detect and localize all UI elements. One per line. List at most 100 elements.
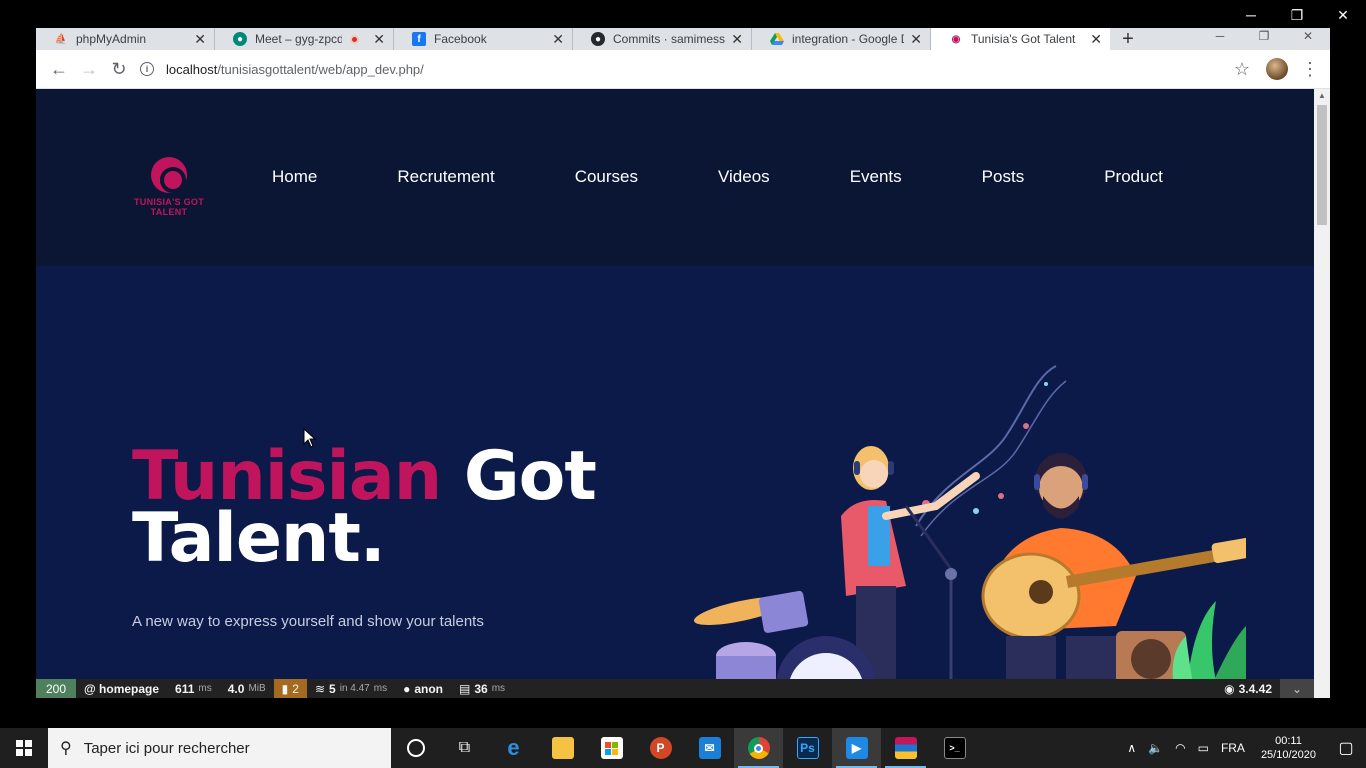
database-panel[interactable]: ≋ 5 in 4.47 ms	[307, 679, 395, 698]
page-scrollbar[interactable]: ▲	[1314, 89, 1330, 698]
cortana-icon	[406, 739, 425, 757]
notifications-icon[interactable]: ▢	[1326, 728, 1366, 768]
tab-facebook[interactable]: f Facebook ✕	[394, 28, 573, 50]
volume-icon[interactable]: 🔈	[1142, 741, 1169, 755]
media-app-button[interactable]: ▶	[832, 728, 881, 768]
github-icon: ●	[591, 32, 605, 46]
tab-github[interactable]: ● Commits · samimessao ✕	[573, 28, 752, 50]
edge-button[interactable]: e	[489, 728, 538, 768]
file-explorer-button[interactable]	[538, 728, 587, 768]
logo-wordmark: TUNISIA'S GOT TALENT	[133, 197, 205, 217]
nav-courses[interactable]: Courses	[575, 167, 638, 187]
tab-title: phpMyAdmin	[76, 32, 147, 46]
powerpoint-button[interactable]: P	[636, 728, 685, 768]
chrome-button[interactable]	[734, 728, 783, 768]
menu-icon[interactable]: ⋮	[1298, 59, 1322, 80]
tab-close-icon[interactable]: ✕	[552, 31, 564, 48]
toolbar-hide-chevron-icon[interactable]: ⌄	[1280, 679, 1314, 698]
tray-expand-chevron-icon[interactable]: ∧	[1121, 741, 1142, 755]
memory-usage[interactable]: 4.0 MiB	[220, 679, 274, 698]
tab-close-icon[interactable]: ✕	[373, 31, 385, 48]
winrar-button[interactable]	[881, 728, 930, 768]
minimize-icon[interactable]: ─	[1198, 28, 1242, 50]
warning-icon: ▮	[281, 681, 289, 696]
nav-recrutement[interactable]: Recrutement	[397, 167, 494, 187]
window-controls: ─ ❐ ✕	[1228, 0, 1366, 30]
close-window-button[interactable]: ✕	[1320, 0, 1366, 30]
tab-phpmyadmin[interactable]: ⛵ phpMyAdmin ✕	[36, 28, 215, 50]
db-time: in 4.47	[339, 683, 370, 694]
language-indicator[interactable]: FRA	[1215, 741, 1251, 755]
chrome-icon	[747, 737, 770, 759]
nav-home[interactable]: Home	[272, 167, 317, 187]
hero-title-word-got: Got	[463, 437, 597, 516]
system-tray: ∧ 🔈 ◠ ▭ FRA 00:11 25/10/2020 ▢	[1121, 728, 1366, 768]
wifi-icon[interactable]: ◠	[1169, 741, 1191, 755]
nav-product[interactable]: Product	[1104, 167, 1163, 187]
db-unit: ms	[373, 683, 388, 694]
tab-close-icon[interactable]: ✕	[910, 31, 922, 48]
clock-date: 25/10/2020	[1260, 749, 1316, 761]
store-icon	[600, 737, 623, 759]
winrar-icon	[894, 737, 917, 759]
status-code[interactable]: 200	[36, 679, 76, 698]
browser-window: ⛵ phpMyAdmin ✕ ● Meet – gyg-zpcd-r ✕ f F…	[36, 28, 1330, 698]
restore-icon[interactable]: ❐	[1242, 28, 1286, 50]
tab-meet[interactable]: ● Meet – gyg-zpcd-r ✕	[215, 28, 394, 50]
request-time[interactable]: 611 ms	[167, 679, 220, 698]
browser-window-controls: ─ ❐ ✕	[1198, 28, 1330, 50]
task-view-button[interactable]: ⧉	[440, 728, 489, 768]
powerpoint-icon: P	[649, 737, 672, 759]
restore-button[interactable]: ❐	[1274, 0, 1320, 30]
nav-videos[interactable]: Videos	[718, 167, 770, 187]
render-panel[interactable]: ▤ 36 ms	[451, 679, 513, 698]
facebook-icon: f	[412, 32, 426, 46]
request-time-unit: ms	[198, 683, 212, 694]
recording-icon	[350, 34, 360, 44]
route-info[interactable]: @ homepage	[76, 679, 167, 698]
site-header: TUNISIA'S GOT TALENT Home Recrutement Co…	[36, 89, 1330, 266]
user-panel[interactable]: ● anon	[395, 679, 451, 698]
site-info-icon[interactable]: i	[140, 62, 154, 76]
bookmark-star-icon[interactable]: ☆	[1228, 59, 1256, 80]
back-button[interactable]: ←	[44, 54, 74, 84]
render-time: 36	[474, 681, 488, 696]
terminal-icon: >_	[943, 737, 966, 759]
symfony-version[interactable]: ◉ 3.4.42	[1216, 679, 1280, 698]
mail-button[interactable]: ✉	[685, 728, 734, 768]
profile-avatar[interactable]	[1266, 58, 1288, 80]
photoshop-button[interactable]: Ps	[783, 728, 832, 768]
route-name: @ homepage	[84, 681, 160, 696]
task-view-icon: ⧉	[458, 739, 471, 756]
scroll-thumb[interactable]	[1317, 105, 1327, 225]
taskbar-search[interactable]: ⚲ Taper ici pour rechercher	[48, 728, 391, 768]
address-bar[interactable]: i localhost/tunisiasgottalent/web/app_de…	[140, 54, 1218, 84]
new-tab-button[interactable]: +	[1110, 28, 1146, 50]
forward-button[interactable]: →	[74, 54, 104, 84]
terminal-button[interactable]: >_	[930, 728, 979, 768]
minimize-button[interactable]: ─	[1228, 0, 1274, 30]
nav-events[interactable]: Events	[850, 167, 902, 187]
close-icon[interactable]: ✕	[1286, 28, 1330, 50]
start-button[interactable]	[0, 728, 48, 768]
store-button[interactable]	[587, 728, 636, 768]
db-queries: 5	[329, 681, 336, 696]
tab-close-icon[interactable]: ✕	[731, 31, 743, 48]
scroll-up-icon[interactable]: ▲	[1314, 89, 1330, 103]
desktop: ─ ❐ ✕ ⛵ phpMyAdmin ✕ ● Meet – gyg-zpcd-r…	[0, 0, 1366, 768]
taskbar-apps: ⧉ e P ✉ Ps ▶ >_	[391, 728, 979, 768]
clock[interactable]: 00:11 25/10/2020	[1251, 734, 1326, 762]
site-logo[interactable]: TUNISIA'S GOT TALENT	[124, 157, 214, 217]
reload-button[interactable]: ↻	[104, 54, 134, 84]
battery-icon[interactable]: ▭	[1192, 741, 1215, 755]
edge-icon: e	[507, 735, 520, 760]
tab-close-icon[interactable]: ✕	[194, 31, 206, 48]
tab-tunisias-got-talent[interactable]: ◉ Tunisia's Got Talent ✕	[931, 28, 1110, 50]
tab-close-icon[interactable]: ✕	[1090, 31, 1102, 48]
cortana-button[interactable]	[391, 728, 440, 768]
nav-posts[interactable]: Posts	[982, 167, 1025, 187]
taskbar: ⚲ Taper ici pour rechercher ⧉ e P ✉ Ps ▶…	[0, 728, 1366, 768]
warnings-panel[interactable]: ▮ 2	[273, 679, 307, 698]
page-viewport: TUNISIA'S GOT TALENT Home Recrutement Co…	[36, 89, 1330, 698]
tab-google-drive[interactable]: integration - Google D ✕	[752, 28, 931, 50]
